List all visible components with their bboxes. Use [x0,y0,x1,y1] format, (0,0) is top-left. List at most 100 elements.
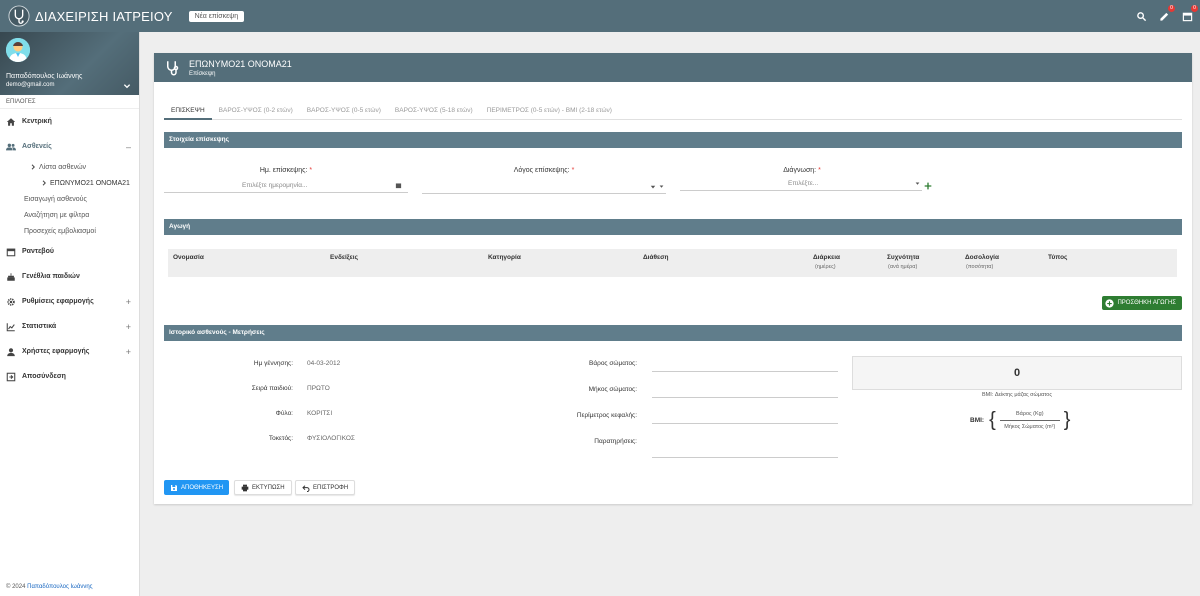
search-icon [1136,11,1146,21]
sidebar-item-label: Ασθενείς [22,143,52,150]
height-input[interactable] [652,384,838,398]
sidebar-item-appointments[interactable]: Ραντεβού [0,239,139,264]
sidebar-item-home[interactable]: Κεντρική [0,109,139,134]
caret-down-icon [915,182,920,185]
column-subheader: (ημέρες) [815,264,836,270]
column-subheader: (ποσότητα) [966,264,994,270]
sidebar-item-births[interactable]: Γενέθλια παιδιών [0,264,139,289]
expand-icon[interactable]: + [126,347,131,357]
expand-icon[interactable]: + [126,297,131,307]
save-button[interactable]: ΑΠΟΘΗΚΕΥΣΗ [164,480,230,495]
head-perimeter-input[interactable] [652,410,838,424]
user-email: demo@gmail.com [6,82,55,88]
sidebar-item-label: Χρήστες εφαρμογής [22,348,90,355]
sidebar-item-app-settings[interactable]: Ρυθμίσεις εφαρμογής + [0,289,139,314]
column-header: Συχνότητα [887,254,920,261]
sidebar-item-label: Ραντεβού [22,248,54,255]
column-header: Δοσολογία [965,254,999,261]
tab-weight-height-0-5[interactable]: ΒΑΡΟΣ-ΥΨΟΣ (0-5 ετών) [300,104,388,120]
diagnosis-select[interactable]: Επιλέξτε... [680,177,922,191]
sidebar-item-current-patient[interactable]: ΕΠΩΝΥΜΟ21 ΟΝΟΜΑ21 [0,175,139,191]
caret-down-icon [659,185,664,188]
sidebar-item-label: Εισαγωγή ασθενούς [24,195,87,203]
column-header: Διάρκεια [813,254,841,261]
column-header: Ενδείξεις [330,254,358,261]
author-link[interactable]: Παπαδόπουλος Ιωάννης [27,584,92,590]
tab-weight-height-0-2[interactable]: ΒΑΡΟΣ-ΥΨΟΣ (0-2 ετών) [212,104,300,120]
notes-badge: 0 [1168,5,1175,12]
sidebar: Παπαδόπουλος Ιωάννης demo@gmail.com ΕΠΙΛ… [0,32,140,596]
sidebar-item-label: Αναζήτηση με φίλτρα [24,211,90,219]
gender-value: ΚΟΡΙΤΣΙ [307,410,333,417]
sidebar-item-filter-search[interactable]: Αναζήτηση με φίλτρα [0,207,139,223]
user-name: Παπαδόπουλος Ιωάννης [6,73,83,80]
delivery-label: Τοκετός: [268,435,293,442]
bmi-numerator: Βάρος (Kg) [999,411,1060,421]
column-subheader: (ανά ημέρα) [888,264,918,270]
calendar-button[interactable]: 0 [1180,5,1198,23]
bmi-denominator: Μήκος Σώματος (m²) [1004,424,1056,430]
back-button[interactable]: ΕΠΙΣΤΡΟΦΗ [295,480,356,495]
chart-icon [6,322,15,331]
sidebar-item-label: ΕΠΩΝΥΜΟ21 ΟΝΟΜΑ21 [50,179,130,187]
column-header: Τύπος [1048,254,1068,261]
chevron-down-icon[interactable] [123,82,131,90]
height-label: Μήκος σώματος: [588,386,637,393]
column-header: Κατηγορία [488,254,521,261]
column-header: Διάθεση [643,254,669,261]
person-icon [7,347,15,356]
left-brace-icon: { [989,409,996,431]
pencil-icon [1159,12,1168,21]
sidebar-section-label: ΕΠΙΛΟΓΕΣ [0,95,139,109]
top-app-bar: ΔΙΑΧΕΙΡΙΣΗ ΙΑΤΡΕΙΟΥ Νέα επίσκεψη 0 0 [0,0,1200,32]
bmi-formula-label: BMI: [970,417,985,424]
diagnosis-label: Διάγνωση: * [783,167,821,174]
avatar[interactable] [6,38,30,62]
copyright: © 2024 Παπαδόπουλος Ιωάννης [6,584,93,590]
treatment-table-header: Ονομασία Ενδείξεις Κατηγορία Διάθεση Διά… [168,249,1177,277]
search-button[interactable] [1134,9,1148,23]
stethoscope-icon [167,60,179,75]
sidebar-item-logout[interactable]: Αποσύνδεση [0,364,139,389]
calendar-badge: 0 [1191,5,1198,12]
calendar-icon [6,248,16,256]
notes-button[interactable]: 0 [1157,5,1175,23]
chevron-right-icon [42,180,46,186]
expand-icon[interactable]: + [126,322,131,332]
add-circle-icon [1105,298,1115,308]
treatment-header: Αγωγή [164,219,1182,235]
new-visit-button[interactable]: Νέα επίσκεψη [188,10,245,22]
notes-textarea[interactable] [652,434,838,458]
add-diagnosis-icon[interactable] [924,182,932,190]
add-treatment-button[interactable]: ΠΡΟΣΘΗΚΗ ΑΓΩΓΗΣ [1102,296,1182,310]
sidebar-item-label: Κεντρική [22,118,52,125]
sidebar-item-label: Στατιστικά [22,323,57,330]
weight-input[interactable] [652,358,838,372]
sidebar-item-label: Προσεχείς εμβολιασμοί [24,227,96,235]
right-brace-icon: } [1063,409,1071,431]
bmi-formula: BMI: { Βάρος (Kg) Μήκος Σώματος (m²) } [970,409,1070,432]
sidebar-item-patients[interactable]: Ασθενείς – [0,134,139,159]
collapse-icon[interactable]: – [126,142,131,152]
print-button[interactable]: ΕΚΤΥΠΩΣΗ [234,480,292,495]
tab-weight-height-5-18[interactable]: ΒΑΡΟΣ-ΥΨΟΣ (5-18 ετών) [388,104,480,120]
sidebar-item-statistics[interactable]: Στατιστικά + [0,314,139,339]
sidebar-item-patients-list[interactable]: Λίστα ασθενών [0,159,139,175]
tab-visit[interactable]: ΕΠΙΣΚΕΨΗ [164,104,212,120]
birth-date-value: 04-03-2012 [307,360,341,367]
sidebar-item-add-patient[interactable]: Εισαγωγή ασθενούς [0,191,139,207]
notes-label: Παρατηρήσεις: [594,438,637,445]
visit-reason-select[interactable] [422,180,666,194]
bmi-fraction: Βάρος (Kg) Μήκος Σώματος (m²) [996,411,1064,430]
head-perimeter-label: Περίμετρος κεφαλής: [576,412,637,419]
tab-perimeter-bmi[interactable]: ΠΕΡΙΜΕΤΡΟΣ (0-5 ετών) - BMI (2-18 ετών) [480,104,619,120]
sidebar-item-vaccinations[interactable]: Προσεχείς εμβολιασμοί [0,223,139,239]
sidebar-item-app-users[interactable]: Χρήστες εφαρμογής + [0,339,139,364]
visit-date-field[interactable]: Επιλέξτε ημερομηνία... [164,179,408,193]
delivery-value: ΦΥΣΙΟΛΟΓΙΚΟΣ [307,435,355,442]
gender-label: Φύλο: [275,410,293,417]
child-order-value: ΠΡΩΤΟ [307,385,330,392]
chevron-down-icon [650,185,656,188]
people-icon [6,143,16,150]
gear-icon [7,297,15,306]
